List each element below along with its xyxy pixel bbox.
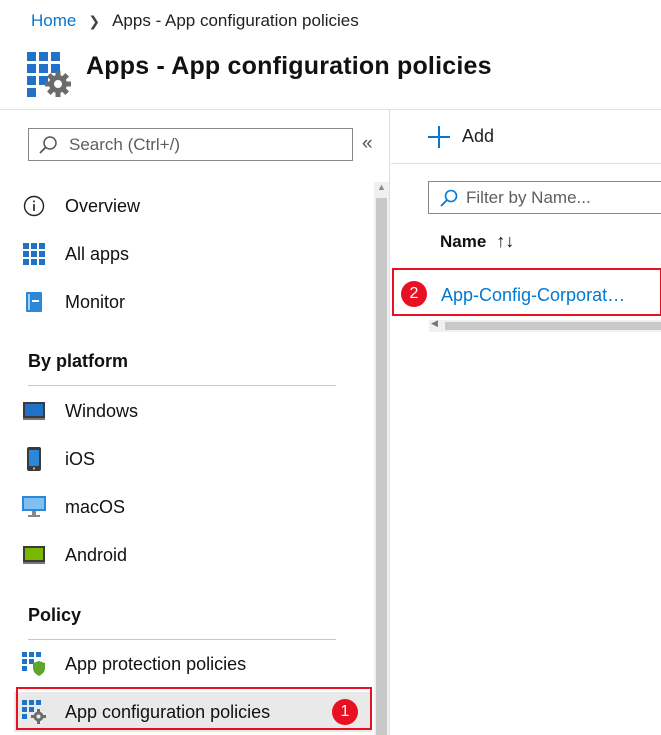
section-title-policy: Policy [28,605,82,625]
nav-item-label: All apps [65,243,130,264]
nav-item-label: Windows [65,400,139,421]
horizontal-scrollbar[interactable]: ◀ [429,318,661,332]
info-icon [22,194,46,218]
nav-item-all-apps[interactable]: All apps [22,234,352,274]
nav-search-box[interactable] [28,128,353,161]
nav-item-overview[interactable]: Overview [22,186,352,226]
breadcrumb-home-link[interactable]: Home [31,11,76,31]
nav-item-label: Android [65,544,128,565]
monitor-book-icon [22,290,46,314]
search-icon [440,189,458,207]
grid-icon [22,242,46,266]
column-header-name[interactable]: Name ↑↓ [440,231,514,252]
annotation-highlight-1 [16,687,372,730]
page-header: Apps - App configuration policies [0,42,661,110]
toolbar: Add [391,110,661,164]
chevron-right-icon: ❯ [88,12,101,29]
windows-device-icon [22,399,46,423]
sort-icon[interactable]: ↑↓ [496,231,514,252]
filter-input[interactable] [466,187,661,208]
annotation-badge-2: 2 [401,281,427,307]
annotation-highlight-2 [392,268,661,316]
nav-item-label: Overview [65,195,141,216]
android-device-icon [22,543,46,567]
column-header-label: Name [440,231,487,251]
nav-item-label: App protection policies [65,653,247,674]
add-button[interactable]: Add [462,126,494,147]
page-title: Apps - App configuration policies [86,52,492,80]
section-divider [28,639,336,640]
scroll-thumb[interactable] [445,322,661,330]
content-pane: Add Name ↑↓ App-Config-Corporat… ◀ 2 [391,110,661,735]
filter-box[interactable] [428,181,661,214]
breadcrumb-current: Apps - App configuration policies [112,11,359,30]
collapse-icon[interactable]: « [362,134,373,154]
search-icon [39,135,57,154]
nav-item-app-protection-policies[interactable]: App protection policies [22,644,352,684]
imac-icon [22,495,46,519]
breadcrumb: Home ❯ Apps - App configuration policies [0,0,661,42]
nav-item-windows[interactable]: Windows [22,391,352,431]
app-protection-shield-icon [22,652,46,676]
left-nav-pane: « ▲ Overview All apps Monitor By platfor… [0,110,390,735]
nav-item-ios[interactable]: iOS [22,439,352,479]
plus-icon[interactable] [427,125,451,149]
nav-item-monitor[interactable]: Monitor [22,282,352,322]
nav-scrollbar[interactable]: ▲ [374,182,389,735]
nav-item-macos[interactable]: macOS [22,487,352,527]
scroll-up-icon[interactable]: ▲ [377,182,386,192]
nav-item-label: iOS [65,448,96,469]
nav-item-android[interactable]: Android [22,535,352,575]
scroll-thumb[interactable] [376,198,387,735]
section-divider [28,385,336,386]
nav-item-label: macOS [65,496,126,517]
nav-item-label: Monitor [65,291,126,312]
annotation-badge-1: 1 [332,699,358,725]
apps-config-gear-icon [27,52,71,97]
nav-search-input[interactable] [69,134,329,155]
section-title-by-platform: By platform [28,351,129,371]
scroll-left-icon[interactable]: ◀ [431,318,438,329]
phone-icon [22,447,46,471]
